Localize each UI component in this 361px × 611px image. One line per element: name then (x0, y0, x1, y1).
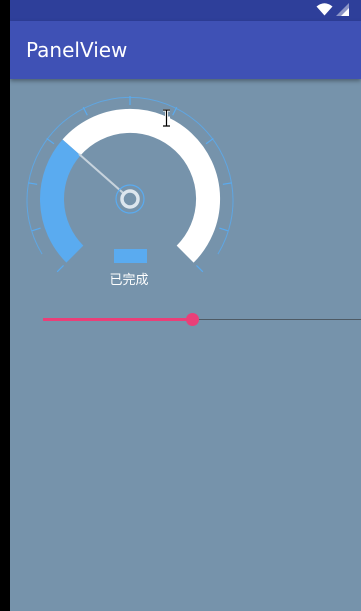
gauge-needle (78, 153, 131, 200)
wifi-icon (316, 3, 333, 16)
seekbar-thumb[interactable] (186, 313, 199, 326)
gauge-value-indicator (114, 249, 147, 263)
panel-gauge (26, 96, 234, 273)
gauge-tick (31, 227, 41, 232)
gauge-tick (196, 265, 204, 273)
app-title: PanelView (26, 38, 128, 62)
gauge-tick (46, 137, 55, 145)
gauge-filled-arc (40, 139, 84, 263)
gauge-tick (205, 137, 214, 145)
cell-signal-icon (336, 3, 349, 16)
app-bar: PanelView (10, 21, 361, 79)
gauge-tick (172, 106, 178, 116)
gauge-tick (222, 182, 232, 185)
status-bar (10, 0, 361, 21)
content-area: 已完成 (10, 79, 361, 611)
seekbar-progress-track[interactable] (43, 318, 193, 321)
gauge-center-ring (120, 189, 140, 209)
gauge-tick (56, 265, 64, 273)
gauge-status-text: 已完成 (109, 273, 149, 288)
gauge-tick (28, 182, 38, 185)
gauge-tick (219, 227, 229, 232)
app-screen: PanelView 已完成 (10, 0, 361, 611)
seekbar-remaining-track[interactable] (193, 319, 361, 320)
gauge-tick (82, 106, 88, 116)
gauge-remaining-arc (62, 108, 221, 263)
text-cursor-icon (163, 109, 170, 127)
